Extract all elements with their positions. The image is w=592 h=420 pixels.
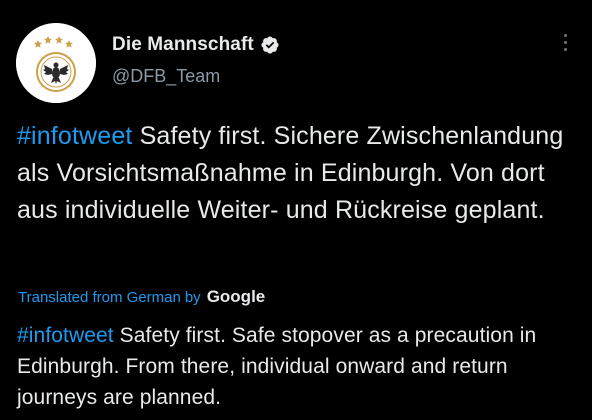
translated-from-label[interactable]: Translated from German [18, 289, 181, 306]
author-name-row: Die Mannschaft [112, 33, 280, 57]
user-handle[interactable]: @DFB_Team [112, 66, 220, 87]
hashtag-link[interactable]: #infotweet [17, 122, 132, 150]
translated-hashtag-link[interactable]: #infotweet [17, 324, 114, 347]
translation-attribution: Translated from German by Google [18, 287, 265, 307]
dfb-eagle-logo-icon [16, 23, 96, 103]
display-name[interactable]: Die Mannschaft [112, 34, 254, 56]
translation-by-label: by [184, 289, 201, 306]
tweet-text: #infotweet Safety first. Sichere Zwische… [17, 118, 577, 229]
google-provider-label: Google [206, 287, 266, 306]
tweet-card: Die Mannschaft @DFB_Team #infotweet Safe… [0, 0, 592, 420]
more-options-icon[interactable] [560, 34, 570, 56]
avatar[interactable] [16, 23, 96, 103]
translated-text: #infotweet Safety first. Safe stopover a… [17, 320, 582, 413]
verified-badge-icon [260, 35, 280, 55]
